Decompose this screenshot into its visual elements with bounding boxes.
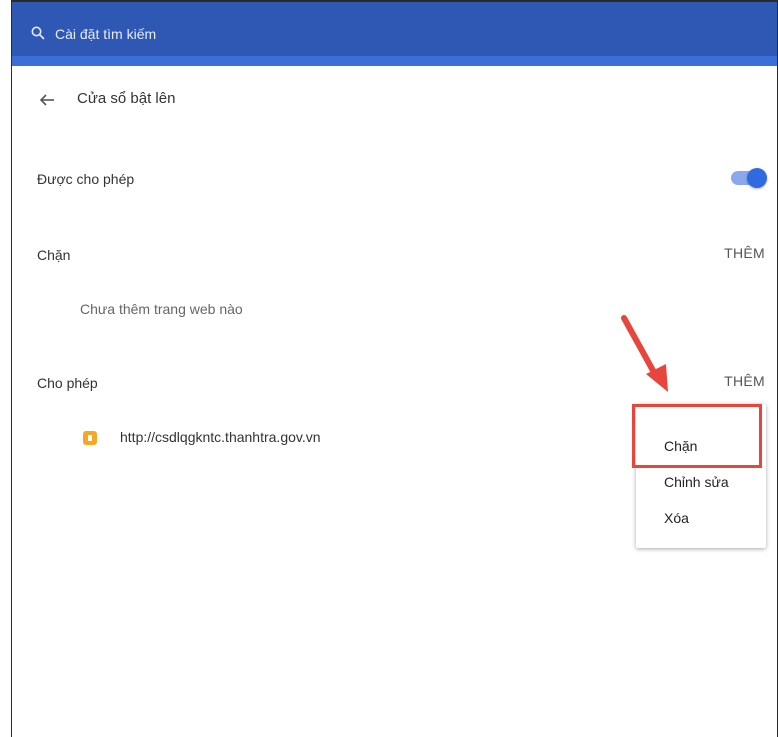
- block-empty-text: Chưa thêm trang web nào: [80, 301, 243, 317]
- allow-section-label: Cho phép: [37, 375, 98, 391]
- site-favicon-icon: [83, 431, 97, 445]
- red-arrow-icon: [621, 315, 668, 392]
- search-icon: [31, 26, 45, 40]
- settings-window: Cài đặt tìm kiếm Cửa sổ bật lên Được cho…: [11, 0, 778, 737]
- annotation-highlight-box: [632, 404, 762, 468]
- page-title: Cửa sổ bật lên: [77, 90, 176, 107]
- menu-item-delete[interactable]: Xóa: [664, 510, 689, 526]
- menu-item-edit[interactable]: Chỉnh sửa: [664, 474, 729, 490]
- favicon-inner: [88, 435, 92, 441]
- header-strip: [12, 56, 777, 66]
- arrow-left-icon[interactable]: [37, 90, 57, 110]
- allowed-toggle[interactable]: [731, 168, 767, 188]
- search-input-placeholder[interactable]: Cài đặt tìm kiếm: [55, 26, 156, 42]
- allow-add-button[interactable]: THÊM: [724, 373, 765, 389]
- top-search-bar[interactable]: Cài đặt tìm kiếm: [12, 0, 777, 56]
- toggle-knob: [747, 168, 767, 188]
- allowed-site-url: http://csdlqgkntc.thanhtra.gov.vn: [120, 429, 321, 445]
- block-add-button[interactable]: THÊM: [724, 245, 765, 261]
- allowed-toggle-label: Được cho phép: [37, 171, 135, 187]
- block-section-label: Chặn: [37, 247, 71, 263]
